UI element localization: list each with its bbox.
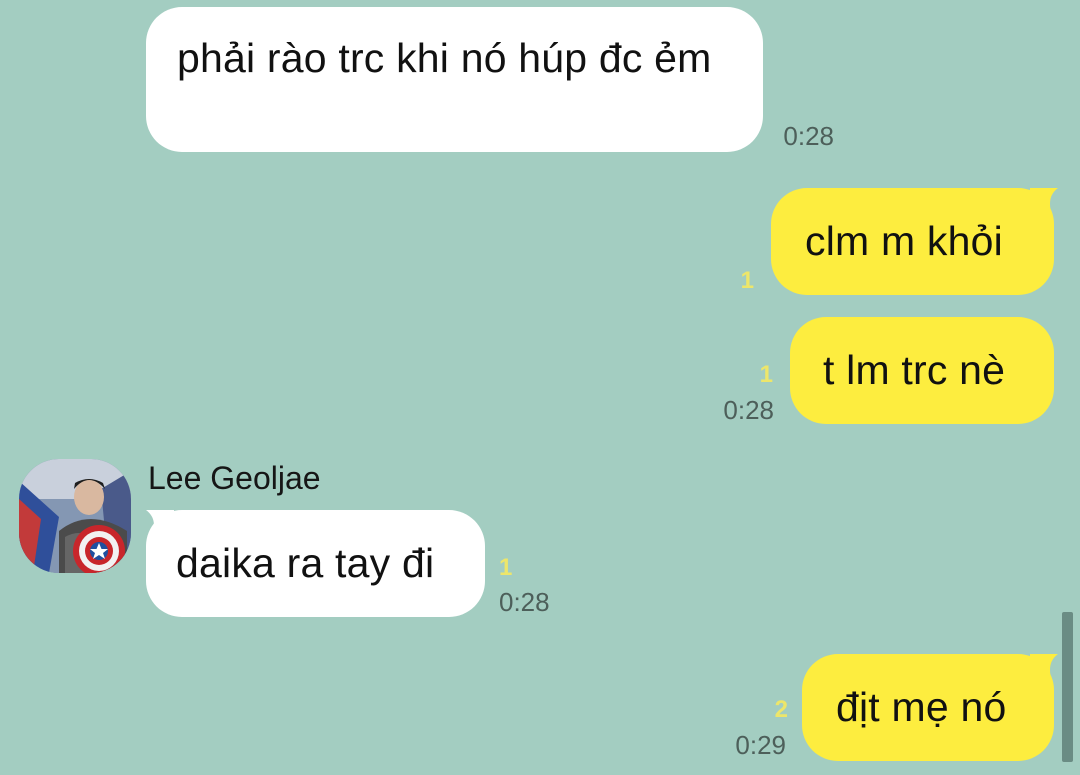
message-timestamp: 0:28: [783, 121, 834, 151]
bubble-tail-icon: [146, 510, 174, 538]
outgoing-message-bubble[interactable]: địt mẹ nó: [802, 654, 1054, 761]
chat-message-list[interactable]: phải rào trc khi nó húp đc ẻm 0:28 clm m…: [0, 0, 1080, 775]
message-text: địt mẹ nó: [836, 684, 1007, 730]
unread-count: 1: [499, 554, 513, 581]
message-timestamp: 0:28: [499, 587, 550, 617]
outgoing-message-bubble[interactable]: t lm trc nè: [790, 317, 1054, 424]
message-timestamp: 0:29: [735, 730, 786, 760]
message-timestamp: 0:28: [723, 395, 774, 425]
sender-name: Lee Geoljae: [148, 460, 321, 496]
bubble-tail-icon: [1030, 188, 1058, 216]
unread-count: 1: [740, 267, 754, 294]
avatar-photo-icon: [19, 459, 131, 573]
message-text: t lm trc nè: [823, 347, 1006, 393]
sender-avatar[interactable]: [19, 459, 131, 573]
message-text: phải rào trc khi nó húp đc ẻm: [177, 35, 712, 81]
unread-count: 1: [759, 361, 773, 388]
incoming-message-bubble[interactable]: phải rào trc khi nó húp đc ẻm: [146, 7, 763, 152]
message-text: daika ra tay đi: [176, 540, 435, 586]
scrollbar[interactable]: [1062, 612, 1073, 762]
bubble-tail-icon: [1030, 654, 1058, 682]
unread-count: 2: [774, 696, 788, 723]
outgoing-message-bubble[interactable]: clm m khỏi: [771, 188, 1054, 295]
message-text: clm m khỏi: [805, 218, 1003, 264]
incoming-message-bubble[interactable]: daika ra tay đi: [146, 510, 485, 617]
